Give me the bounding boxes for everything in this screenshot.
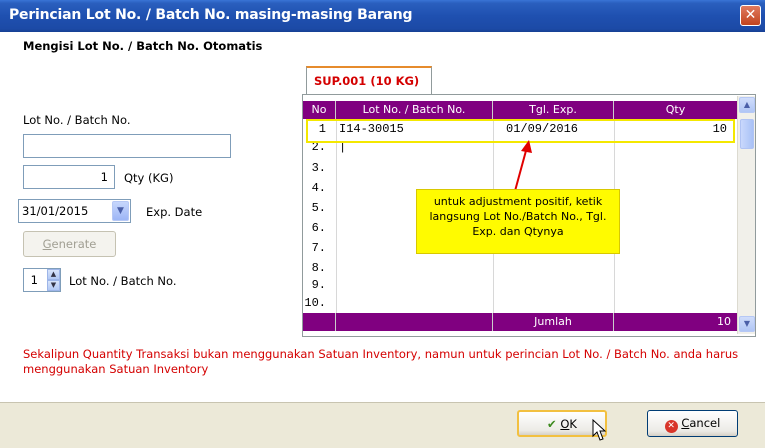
tab-sup001[interactable]: SUP.001 (10 KG) <box>306 66 432 95</box>
unit-note: Sekalipun Quantity Transaksi bukan mengg… <box>23 347 739 376</box>
exp-date-value: 31/01/2015 <box>22 204 89 218</box>
cancel-icon: ✕ <box>664 420 678 433</box>
lot-count-label: Lot No. / Batch No. <box>69 274 177 288</box>
generate-label: enerate <box>51 237 97 251</box>
exp-date-label: Exp. Date <box>146 205 203 219</box>
row-no: 8. <box>311 261 326 275</box>
table-row[interactable]: 1 I14-30015 01/09/2016 10 <box>303 122 737 139</box>
cancel-button[interactable]: ✕ Cancel <box>647 410 738 437</box>
ok-label: K <box>569 417 577 431</box>
row-no: 9. <box>311 278 326 292</box>
row-lot[interactable]: | <box>339 140 346 154</box>
footer-total-qty: 10 <box>717 315 731 328</box>
callout-annotation: untuk adjustment positif, ketik langsung… <box>416 189 620 254</box>
lot-label: Lot No. / Batch No. <box>23 113 131 127</box>
scroll-down-icon[interactable]: ▼ <box>739 316 755 332</box>
qty-input[interactable]: 1 <box>23 165 115 189</box>
check-icon: ✔ <box>547 417 557 431</box>
footer-total-label: Jumlah <box>493 313 614 331</box>
generate-accel: G <box>42 237 52 251</box>
title-bar[interactable]: Perincian Lot No. / Batch No. masing-mas… <box>0 0 765 32</box>
spin-down-icon[interactable]: ▼ <box>47 280 60 291</box>
close-icon: ✕ <box>744 7 757 23</box>
callout-arrow-icon <box>514 140 532 192</box>
col-qty-header[interactable]: Qty <box>614 101 737 119</box>
table-row[interactable]: 9. <box>303 278 737 295</box>
grid-footer: Jumlah 10 <box>303 313 737 331</box>
row-exp[interactable]: 01/09/2016 <box>506 122 578 136</box>
dialog-window: Perincian Lot No. / Batch No. masing-mas… <box>0 0 765 448</box>
qty-unit-label: Qty (KG) <box>124 171 174 185</box>
row-no: 7. <box>311 241 326 255</box>
cancel-label: ancel <box>689 416 721 430</box>
lot-input[interactable] <box>23 134 231 158</box>
scroll-thumb[interactable] <box>740 119 754 149</box>
row-no: 2. <box>311 140 326 154</box>
window-title: Perincian Lot No. / Batch No. masing-mas… <box>9 7 413 23</box>
col-exp-header[interactable]: Tgl. Exp. <box>493 101 614 119</box>
col-lot-header[interactable]: Lot No. / Batch No. <box>336 101 493 119</box>
row-no: 5. <box>311 201 326 215</box>
close-button[interactable]: ✕ <box>740 5 761 26</box>
row-qty[interactable]: 10 <box>713 122 727 136</box>
table-row[interactable]: 8. <box>303 261 737 278</box>
row-no: 4. <box>311 181 326 195</box>
grid-header: No Lot No. / Batch No. Tgl. Exp. Qty <box>303 101 737 119</box>
row-no: 3. <box>311 161 326 175</box>
row-no: 10. <box>304 296 326 310</box>
scroll-up-icon[interactable]: ▲ <box>739 97 755 113</box>
spin-up-icon[interactable]: ▲ <box>47 269 60 280</box>
col-no-header[interactable]: No <box>303 101 336 119</box>
exp-date-combo[interactable]: 31/01/2015 ▼ <box>18 199 131 223</box>
row-no: 6. <box>311 221 326 235</box>
mouse-cursor-icon <box>592 419 607 441</box>
row-no: 1 <box>318 122 326 136</box>
footer-no-cell <box>303 313 336 331</box>
auto-fill-heading: Mengisi Lot No. / Batch No. Otomatis <box>23 39 263 53</box>
chevron-down-icon[interactable]: ▼ <box>112 201 129 221</box>
footer-lot-cell <box>336 313 493 331</box>
table-row[interactable]: 10. <box>303 296 737 313</box>
row-lot[interactable]: I14-30015 <box>339 122 404 136</box>
generate-button[interactable]: Generate <box>23 231 116 257</box>
